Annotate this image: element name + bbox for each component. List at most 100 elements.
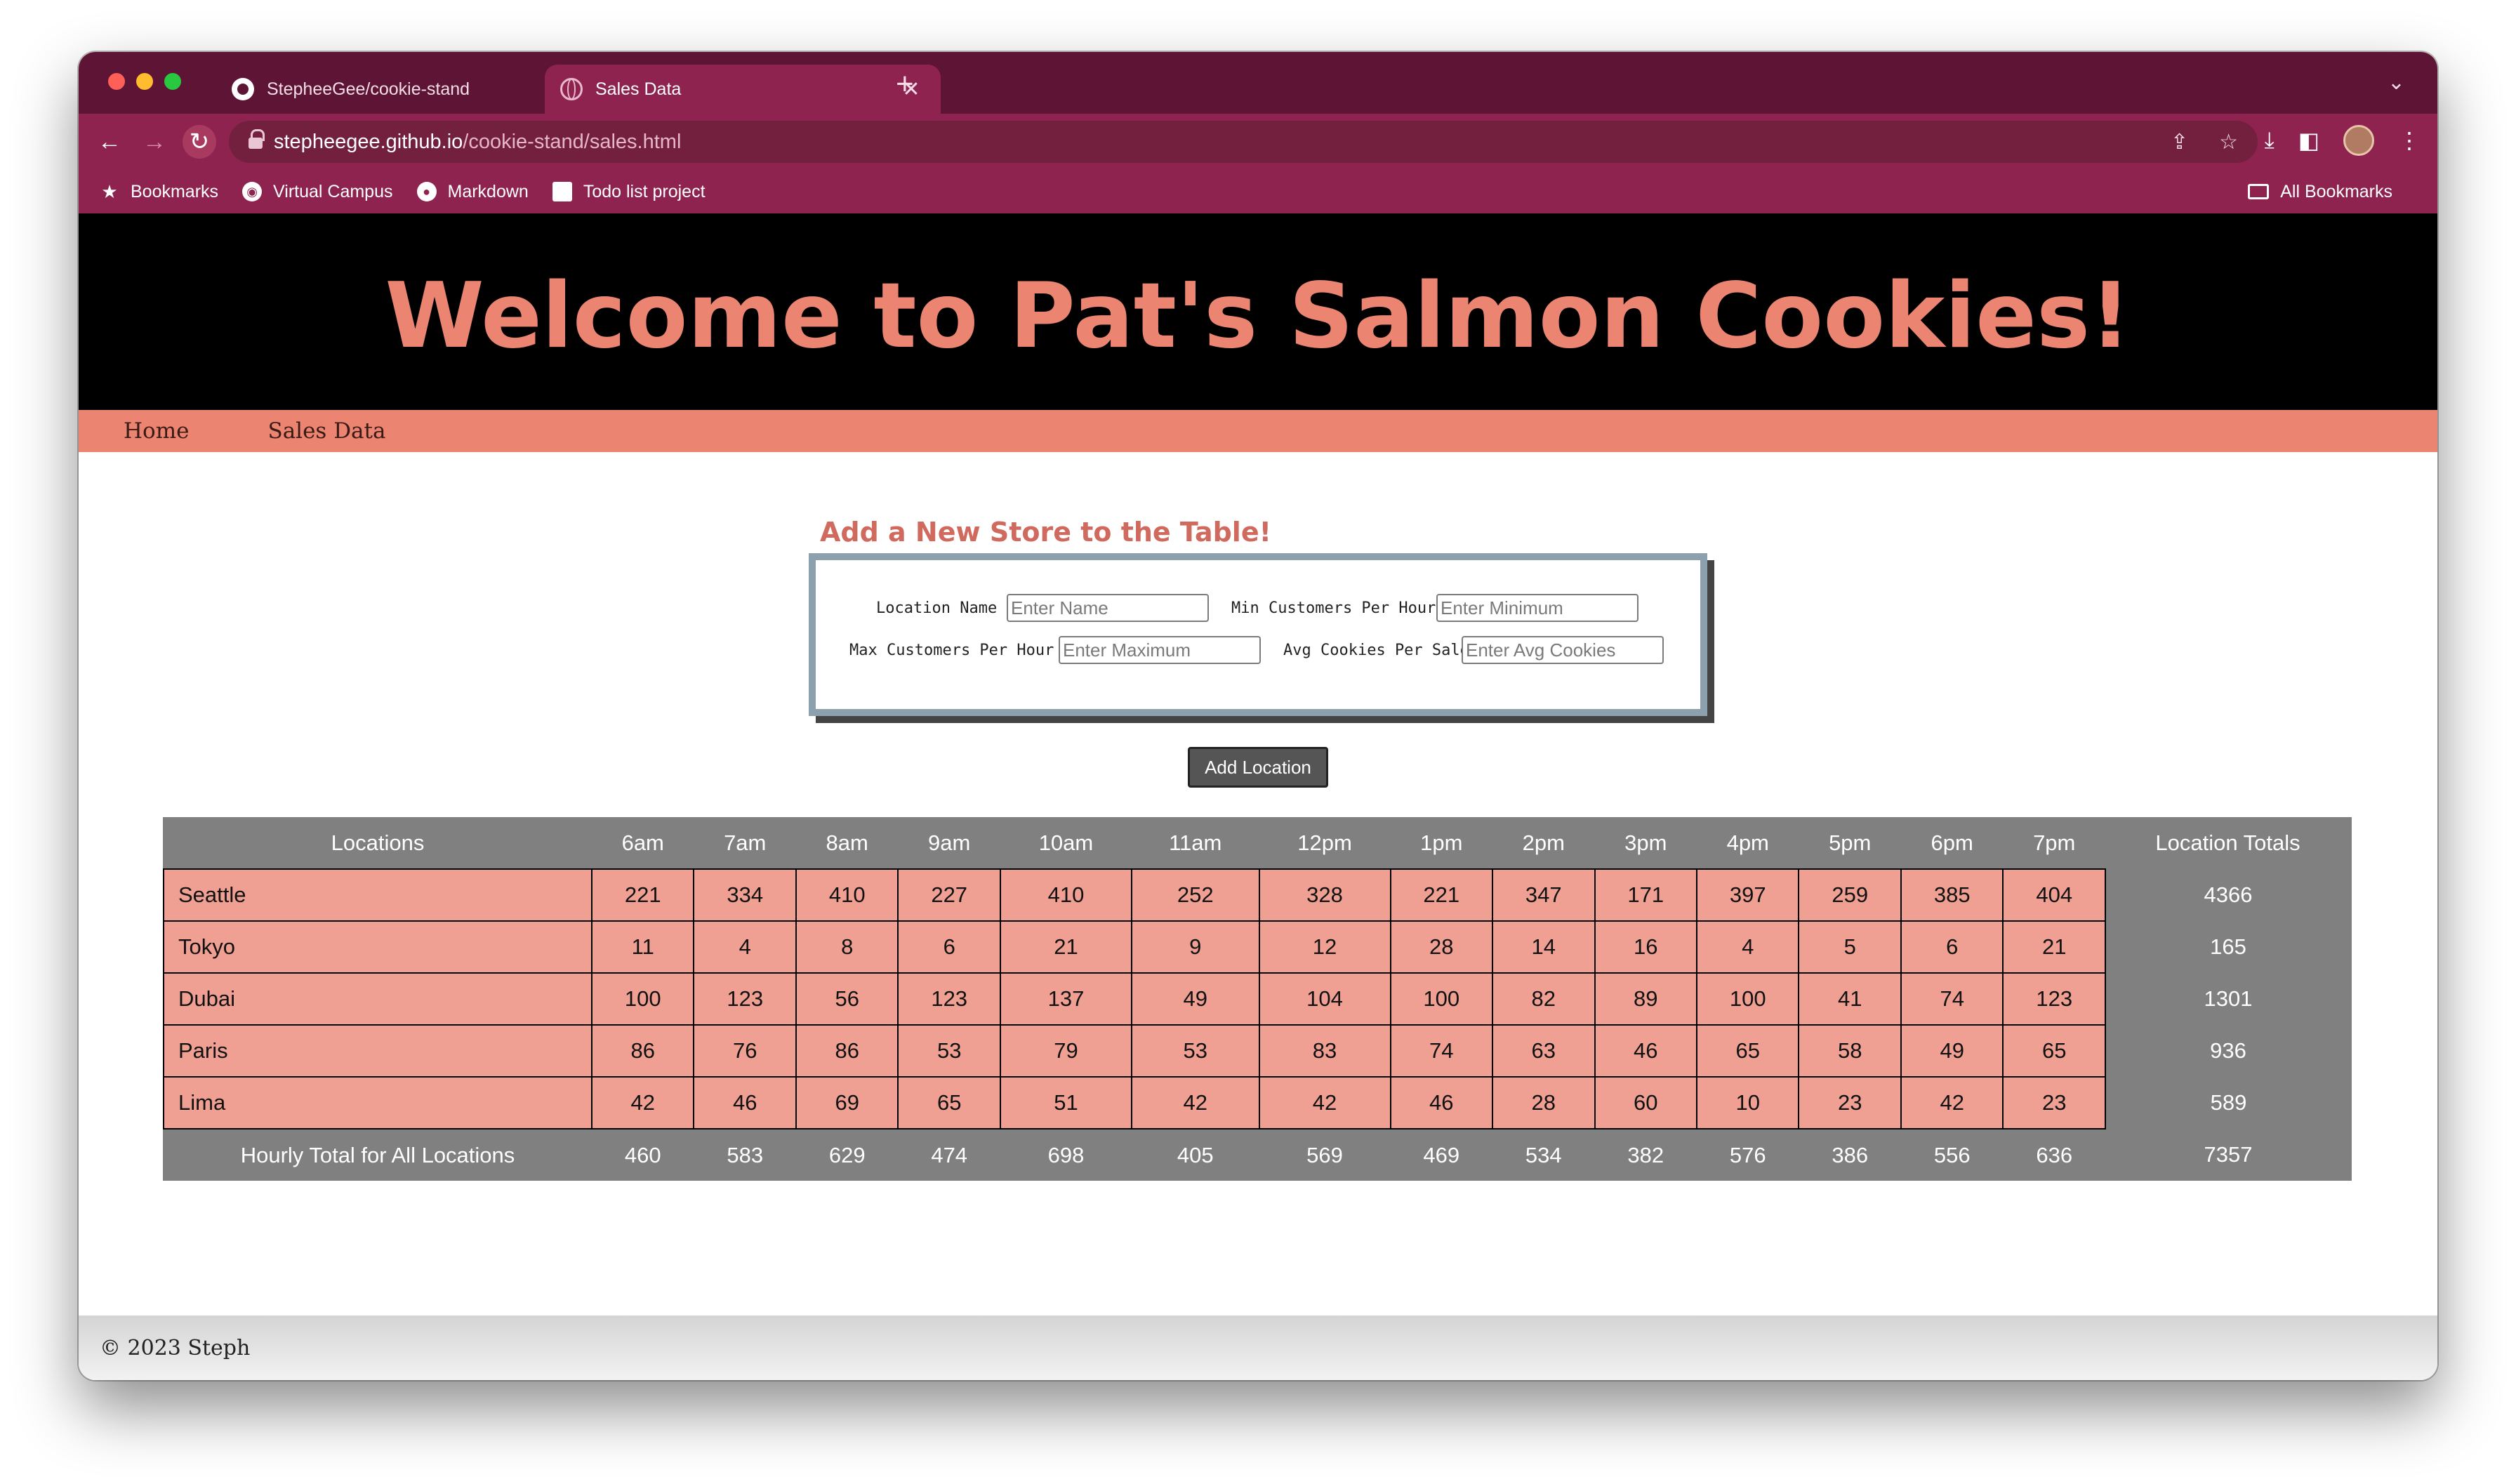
browser-window: StepheeGee/cookie-stand ✕ Sales Data ✕ +… xyxy=(79,52,2437,1380)
chevron-down-icon[interactable]: ⌄ xyxy=(2388,70,2405,95)
hourly-sales-cell: 65 xyxy=(1695,1024,1800,1078)
hourly-total-cell: 556 xyxy=(1933,1142,1971,1167)
site-footer: © 2023 Steph xyxy=(79,1316,2437,1380)
hourly-sales-cell: 60 xyxy=(1594,1076,1698,1129)
download-icon[interactable]: ⤓ xyxy=(2265,127,2275,154)
hourly-sales-cell: 5 xyxy=(1798,920,1902,974)
new-tab-button[interactable]: + xyxy=(896,69,914,100)
form-heading: Add a New Store to the Table! xyxy=(820,517,1271,548)
close-window-button[interactable] xyxy=(108,73,125,90)
location-total-cell: 936 xyxy=(2105,1025,2351,1077)
hourly-sales-cell: 83 xyxy=(1258,1024,1391,1078)
bookmark-virtual-campus[interactable]: ◉ Virtual Campus xyxy=(242,181,393,202)
location-name-cell: Paris xyxy=(163,1024,592,1078)
footer-label-cell: Hourly Total for All Locations xyxy=(240,1142,515,1167)
column-header: 4pm xyxy=(1726,830,1769,855)
location-total-cell: 4366 xyxy=(2105,869,2351,921)
reload-icon[interactable]: ↻ xyxy=(183,125,216,159)
hourly-sales-cell: 10 xyxy=(1695,1076,1800,1129)
all-bookmarks-label: All Bookmarks xyxy=(2280,181,2392,201)
back-arrow-icon[interactable]: ← xyxy=(93,125,126,159)
table-row: Paris 86 76 86 53 79 53 83 74 63 46 65 58 49 65 936 xyxy=(163,1024,2351,1078)
hourly-sales-cell: 82 xyxy=(1492,972,1596,1026)
all-bookmarks-button[interactable]: All Bookmarks xyxy=(2248,182,2392,202)
minimize-window-button[interactable] xyxy=(136,73,153,90)
maximize-window-button[interactable] xyxy=(164,73,181,90)
hourly-sales-cell: 123 xyxy=(693,972,797,1026)
hourly-sales-cell: 8 xyxy=(795,920,899,974)
tab-sales-data[interactable]: Sales Data ✕ xyxy=(545,65,941,114)
hourly-sales-cell: 347 xyxy=(1492,868,1596,922)
side-panel-icon[interactable]: ◧ xyxy=(2298,127,2319,154)
min-customers-label: Min Customers Per Hour xyxy=(1231,599,1436,617)
column-header: 5pm xyxy=(1829,830,1872,855)
hourly-sales-cell: 4 xyxy=(693,920,797,974)
column-header: 7am xyxy=(724,830,767,855)
hourly-sales-cell: 16 xyxy=(1594,920,1698,974)
hourly-sales-cell: 227 xyxy=(897,868,1001,922)
min-customers-input[interactable] xyxy=(1436,594,1638,622)
hourly-sales-cell: 100 xyxy=(590,972,695,1026)
location-label: Location Name xyxy=(876,599,998,617)
table-row: Seattle 221 334 410 227 410 252 328 221 347 171 397… xyxy=(163,868,2351,922)
forward-arrow-icon[interactable]: → xyxy=(138,125,171,159)
star-icon: ★ xyxy=(101,180,118,202)
hourly-sales-cell: 100 xyxy=(1389,972,1494,1026)
hourly-sales-cell: 42 xyxy=(1258,1076,1391,1129)
site-nav: Home Sales Data xyxy=(79,410,2437,452)
more-menu-icon[interactable]: ⋮ xyxy=(2398,127,2421,154)
address-bar[interactable]: stepheegee.github.io/cookie-stand/sales.… xyxy=(229,121,2258,163)
bookmark-markdown[interactable]: ● Markdown xyxy=(416,181,529,202)
max-customers-label: Max Customers Per Hour xyxy=(849,642,1054,659)
globe-icon xyxy=(560,78,583,100)
table-footer-row: Hourly Total for All Locations 460 583 629 4… xyxy=(164,1129,2351,1181)
bookmark-label: Markdown xyxy=(447,181,529,201)
location-total-cell: 589 xyxy=(2105,1077,2351,1129)
column-header: 11am xyxy=(1169,830,1222,855)
hourly-total-cell: 636 xyxy=(2036,1142,2073,1167)
hourly-sales-cell: 79 xyxy=(999,1024,1132,1078)
new-store-form: Location Name Min Customers Per Hour Max… xyxy=(809,553,1707,716)
hourly-sales-cell: 46 xyxy=(693,1076,797,1129)
hourly-sales-cell: 46 xyxy=(1594,1024,1698,1078)
hourly-sales-cell: 404 xyxy=(2002,868,2106,922)
star-icon[interactable]: ☆ xyxy=(2219,130,2238,154)
hourly-total-cell: 583 xyxy=(727,1142,764,1167)
hourly-sales-cell: 53 xyxy=(897,1024,1001,1078)
hourly-sales-cell: 328 xyxy=(1258,868,1391,922)
lock-icon[interactable] xyxy=(249,129,265,149)
max-customers-input[interactable] xyxy=(1059,636,1261,664)
hourly-sales-cell: 410 xyxy=(999,868,1132,922)
hourly-sales-cell: 12 xyxy=(1258,920,1391,974)
page-content: Welcome to Pat's Salmon Cookies! Home Sa… xyxy=(79,213,2437,1380)
hourly-sales-cell: 123 xyxy=(2002,972,2106,1026)
column-header: 12pm xyxy=(1297,830,1352,855)
location-name-input[interactable] xyxy=(1007,594,1209,622)
column-header: 7pm xyxy=(2033,830,2076,855)
table-row: Lima 42 46 69 65 51 42 42 46 28 60 10 23 42 23 589 xyxy=(163,1076,2351,1129)
hourly-sales-cell: 6 xyxy=(1900,920,2004,974)
avg-cookies-input[interactable] xyxy=(1462,636,1664,664)
column-header: 8am xyxy=(826,830,868,855)
hourly-sales-cell: 171 xyxy=(1594,868,1698,922)
bookmark-bookmarks[interactable]: ★ Bookmarks xyxy=(100,180,218,202)
nav-link-sales-data[interactable]: Sales Data xyxy=(267,418,385,444)
nav-link-home[interactable]: Home xyxy=(124,418,189,444)
bookmark-label: Virtual Campus xyxy=(273,181,393,201)
tab-title: StepheeGee/cookie-stand xyxy=(267,79,470,99)
column-header: 6am xyxy=(621,830,664,855)
folder-icon xyxy=(2248,184,2270,199)
column-header: 3pm xyxy=(1624,830,1667,855)
avatar[interactable] xyxy=(2343,125,2374,156)
browser-toolbar: ← → ↻ stepheegee.github.io/cookie-stand/… xyxy=(79,114,2437,170)
hourly-sales-cell: 65 xyxy=(897,1076,1001,1129)
hourly-sales-cell: 74 xyxy=(1389,1024,1494,1078)
column-header: Location Totals xyxy=(2155,830,2300,855)
location-name-cell: Tokyo xyxy=(163,920,592,974)
bookmark-todo-list[interactable]: Todo list project xyxy=(552,182,706,202)
table-header-row: Locations 6am 7am 8am 9am 10am 11am 12pm 1pm 2pm 3… xyxy=(164,817,2351,869)
add-location-button[interactable]: Add Location xyxy=(1188,747,1328,788)
hourly-sales-cell: 42 xyxy=(590,1076,695,1129)
share-icon[interactable]: ⇪ xyxy=(2171,130,2188,154)
hourly-total-cell: 382 xyxy=(1627,1142,1664,1167)
